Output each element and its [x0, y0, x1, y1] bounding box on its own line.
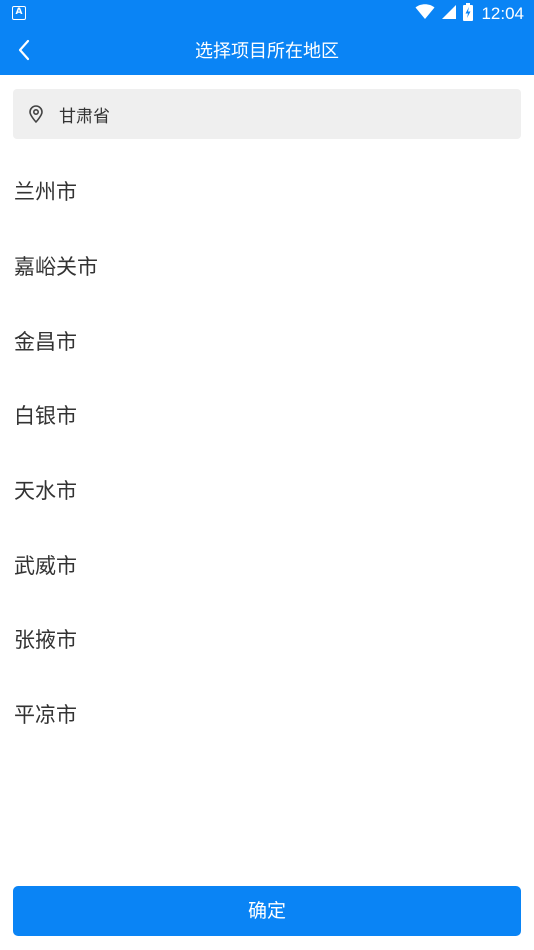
status-time: 12:04	[481, 4, 524, 23]
city-list: 兰州市 嘉峪关市 金昌市 白银市 天水市 武威市 张掖市 平凉市	[0, 154, 534, 752]
wifi-icon	[415, 4, 435, 24]
location-pin-icon	[26, 104, 46, 124]
battery-charging-icon	[463, 3, 474, 25]
city-item[interactable]: 天水市	[0, 453, 534, 528]
city-item[interactable]: 平凉市	[0, 677, 534, 752]
status-bar: A 12:04	[0, 0, 534, 28]
city-item[interactable]: 兰州市	[0, 154, 534, 229]
header-bar: 选择项目所在地区	[0, 28, 534, 75]
city-item[interactable]: 武威市	[0, 527, 534, 602]
city-item[interactable]: 张掖市	[0, 602, 534, 677]
app-notification-icon: A	[12, 6, 26, 20]
page-title: 选择项目所在地区	[195, 41, 339, 62]
city-item[interactable]: 白银市	[0, 378, 534, 453]
confirm-button[interactable]: 确定	[13, 886, 521, 936]
cell-signal-icon	[441, 4, 457, 24]
status-icons: 12:04	[415, 0, 524, 28]
city-item[interactable]: 金昌市	[0, 303, 534, 378]
province-selector[interactable]: 甘肃省	[13, 89, 521, 139]
city-item[interactable]: 嘉峪关市	[0, 229, 534, 304]
province-label: 甘肃省	[59, 106, 110, 127]
chevron-left-icon	[17, 39, 31, 65]
back-button[interactable]	[4, 32, 44, 72]
